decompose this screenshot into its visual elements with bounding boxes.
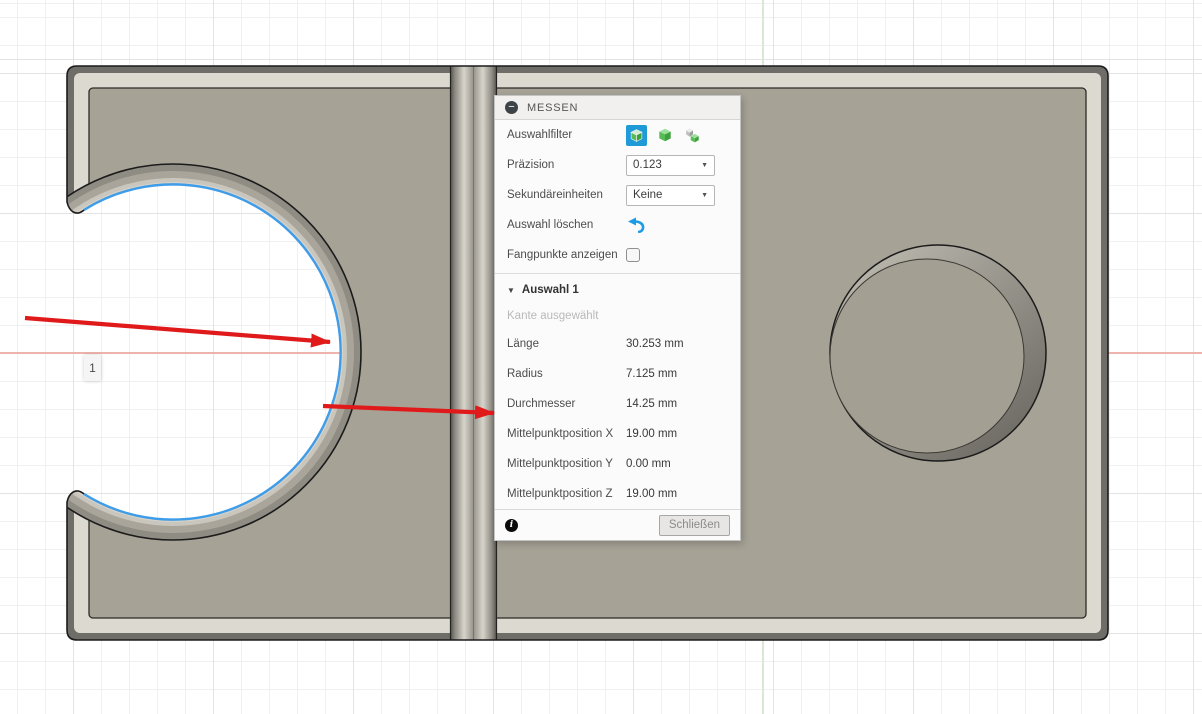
secondary-units-value: Keine	[633, 189, 663, 201]
fusion-viewport[interactable]: 1 − MESSEN Auswahlfilter Präzision 0.123…	[0, 0, 1202, 714]
clear-selection-label: Auswahl löschen	[507, 219, 594, 231]
measure-value: 30.253 mm	[626, 338, 684, 350]
measure-label: Mittelpunktposition X	[507, 428, 614, 440]
clear-selection-undo-icon[interactable]	[626, 217, 647, 233]
measure-value: 19.00 mm	[626, 428, 678, 440]
info-icon[interactable]: i	[505, 518, 518, 532]
filter-body-icon[interactable]	[654, 125, 675, 146]
chevron-down-icon: ▼	[507, 285, 515, 295]
secondary-units-label: Sekundäreinheiten	[507, 189, 603, 201]
selection-section-title: Auswahl 1	[521, 284, 579, 296]
panel-separator	[495, 273, 740, 274]
measure-row-radius: Radius 7.125 mm	[495, 359, 740, 389]
measure-row-length: Länge 30.253 mm	[495, 329, 740, 359]
dropdown-caret-icon: ▼	[701, 191, 708, 199]
right-hole-bottom-face[interactable]	[829, 258, 1025, 454]
selection-filter-label: Auswahlfilter	[507, 129, 573, 141]
measure-label: Durchmesser	[507, 398, 576, 410]
secondary-units-select[interactable]: Keine ▼	[626, 184, 715, 206]
measure-row-center-y: Mittelpunktposition Y 0.00 mm	[495, 449, 740, 479]
precision-row: Präzision 0.123 ▼	[495, 150, 740, 180]
measure-label: Mittelpunktposition Z	[507, 488, 613, 500]
selection-filter-row: Auswahlfilter	[495, 120, 740, 150]
measure-label: Länge	[507, 338, 539, 350]
panel-footer: i Schließen	[495, 509, 740, 540]
measure-label: Mittelpunktposition Y	[507, 458, 613, 470]
measure-row-center-x: Mittelpunktposition X 19.00 mm	[495, 419, 740, 449]
dropdown-caret-icon: ▼	[701, 161, 708, 169]
measure-value: 0.00 mm	[626, 458, 671, 470]
secondary-units-row: Sekundäreinheiten Keine ▼	[495, 180, 740, 210]
snap-points-checkbox[interactable]	[626, 248, 640, 262]
snap-points-label: Fangpunkte anzeigen	[507, 249, 618, 261]
cutout-fillet-light	[67, 178, 347, 526]
measure-panel: − MESSEN Auswahlfilter Präzision 0.123 ▼…	[494, 95, 741, 541]
cutout-outer-edge[interactable]	[0, 163, 362, 541]
close-button[interactable]: Schließen	[658, 514, 730, 536]
precision-value: 0.123	[633, 159, 662, 171]
cutout-fillet-mid	[67, 171, 354, 533]
filter-face-icon[interactable]	[626, 124, 647, 146]
measure-row-center-z: Mittelpunktposition Z 19.00 mm	[495, 479, 740, 509]
measure-label: Radius	[507, 368, 543, 380]
clear-selection-row: Auswahl löschen	[495, 210, 740, 240]
collapse-panel-icon[interactable]: −	[505, 101, 518, 114]
measure-value: 14.25 mm	[626, 398, 678, 410]
selection-section-header[interactable]: ▼ Auswahl 1	[495, 277, 740, 303]
precision-select[interactable]: 0.123 ▼	[626, 154, 715, 176]
measure-value: 19.00 mm	[626, 488, 678, 500]
measure-panel-header[interactable]: − MESSEN	[495, 96, 740, 120]
selection-marker: 1	[84, 355, 101, 381]
measure-value: 7.125 mm	[626, 368, 678, 380]
panel-title: MESSEN	[527, 101, 579, 114]
selection-status: Kante ausgewählt	[507, 310, 599, 322]
filter-component-icon[interactable]	[682, 125, 703, 146]
measure-row-diameter: Durchmesser 14.25 mm	[495, 389, 740, 419]
snap-points-row: Fangpunkte anzeigen	[495, 240, 740, 270]
precision-label: Präzision	[507, 159, 555, 171]
